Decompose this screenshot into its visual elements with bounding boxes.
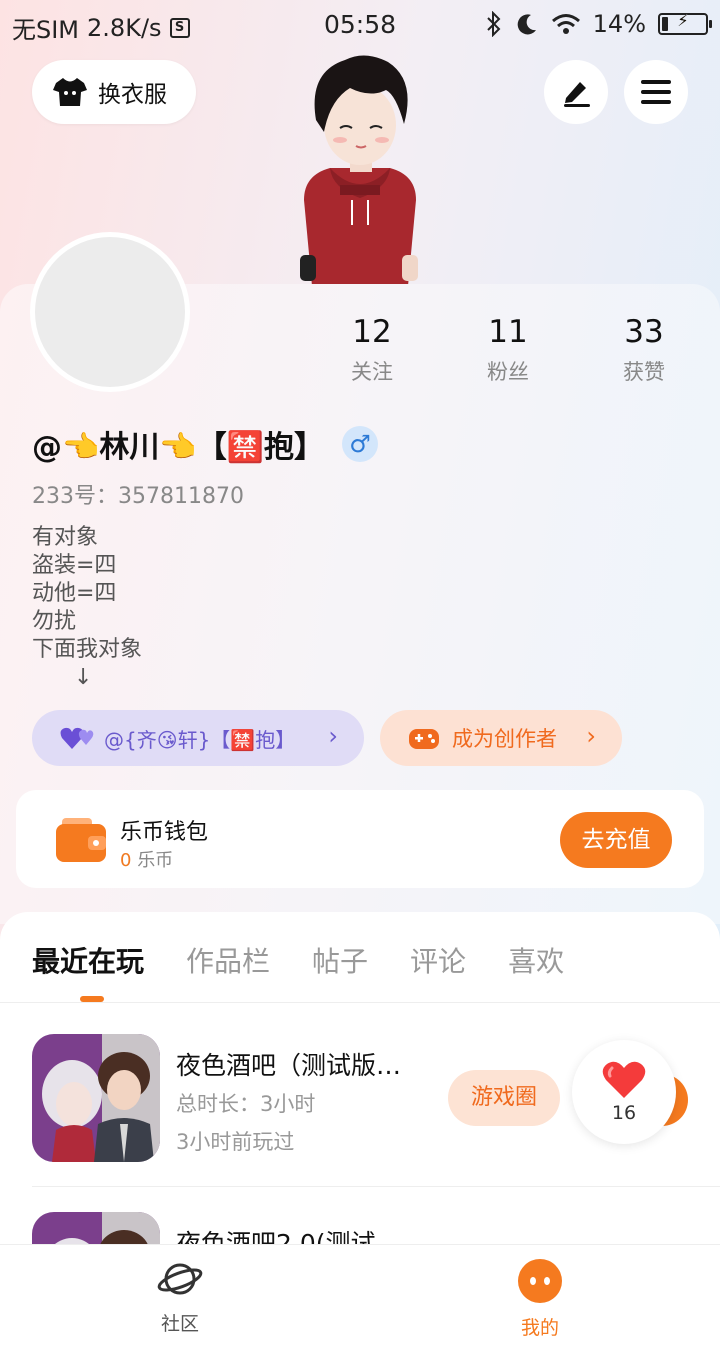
moon-icon — [517, 14, 536, 35]
stat-label: 关注 — [351, 360, 393, 384]
change-clothes-button[interactable]: 换衣服 — [32, 60, 196, 124]
status-bar: 无SIM 2.8K/s S 05:58 14% ⚡ — [0, 0, 720, 52]
bio-line: 下面我对象 — [32, 637, 143, 662]
game-thumbnail — [32, 1034, 160, 1162]
charging-bolt-icon: ⚡ — [677, 11, 689, 30]
face-icon — [518, 1259, 562, 1303]
wallet-balance: 0 乐币 — [120, 846, 173, 872]
chevron-right-icon: › — [328, 722, 338, 750]
user-id: 233号：357811870 — [32, 484, 244, 509]
stat-value: 33 — [624, 314, 664, 350]
avatar-image — [35, 237, 185, 387]
become-creator-label: 成为创作者 — [452, 727, 557, 751]
tab-posts[interactable]: 帖子 — [312, 940, 368, 980]
recharge-button[interactable]: 去充值 — [560, 812, 672, 868]
tab-likes[interactable]: 喜欢 — [508, 940, 564, 980]
stat-value: 12 — [352, 314, 392, 350]
wifi-icon — [551, 14, 580, 34]
stat-value: 11 — [488, 314, 528, 350]
tab-comments[interactable]: 评论 — [410, 940, 466, 980]
bio-line: 盗装=四 — [32, 553, 117, 578]
game-duration: 总时长：3小时 — [176, 1092, 316, 1116]
stat-followers[interactable]: 11 粉丝 — [440, 310, 576, 386]
stat-label: 粉丝 — [487, 360, 529, 384]
partner-chip[interactable]: @{齐😘轩}【🈲抱】 › — [32, 710, 364, 766]
bottom-nav: 社区 我的 — [0, 1244, 720, 1356]
tabs: 最近在玩 作品栏 帖子 评论 喜欢 — [32, 940, 606, 980]
nav-label: 我的 — [520, 1317, 559, 1339]
edit-icon — [564, 82, 590, 107]
gamepad-icon — [409, 729, 439, 749]
bio-line: 动他=四 — [32, 581, 117, 606]
bio-line: ↓ — [32, 665, 93, 690]
battery-icon: ⚡ — [658, 11, 712, 35]
stats-row: 12 关注 11 粉丝 33 获赞 — [304, 310, 712, 386]
status-right: 14% ⚡ — [485, 10, 712, 38]
wallet-card[interactable]: 乐币钱包 0 乐币 去充值 — [16, 790, 704, 888]
tab-recently-played[interactable]: 最近在玩 — [32, 940, 144, 980]
tabs-divider — [0, 1002, 720, 1003]
edit-profile-button[interactable] — [544, 60, 608, 124]
change-clothes-label: 换衣服 — [98, 82, 167, 108]
menu-icon — [641, 80, 671, 104]
wallet-balance-value: 0 — [120, 850, 132, 871]
tshirt-icon — [53, 78, 87, 106]
game-title: 夜色酒吧（测试版… — [176, 1051, 402, 1080]
username: @👈林川👈【🈲抱】 — [32, 430, 325, 465]
battery-percent: 14% — [592, 10, 646, 38]
wallet-balance-unit: 乐币 — [137, 850, 174, 871]
tab-works[interactable]: 作品栏 — [186, 940, 270, 980]
bluetooth-icon — [486, 11, 501, 37]
partner-chip-label: @{齐😘轩}【🈲抱】 — [104, 727, 296, 752]
stat-label: 获赞 — [623, 360, 665, 384]
bio-line: 勿扰 — [32, 609, 77, 634]
item-divider — [32, 1186, 720, 1187]
bio-line: 有对象 — [32, 525, 99, 550]
wallet-title: 乐币钱包 — [120, 820, 209, 845]
like-float-button[interactable]: 16 — [572, 1040, 676, 1144]
like-count: 16 — [611, 1102, 637, 1124]
wallet-icon — [56, 818, 106, 862]
bio: 有对象 盗装=四 动他=四 勿扰 下面我对象 ↓ — [32, 524, 142, 692]
stat-following[interactable]: 12 关注 — [304, 310, 440, 386]
become-creator-chip[interactable]: 成为创作者 › — [380, 710, 622, 766]
menu-button[interactable] — [624, 60, 688, 124]
heart-icon — [602, 1061, 646, 1098]
nav-label: 社区 — [160, 1313, 199, 1335]
game-circle-button[interactable]: 游戏圈 — [448, 1070, 560, 1126]
nav-mine[interactable]: 我的 — [480, 1259, 600, 1340]
chevron-right-icon: › — [586, 722, 596, 750]
planet-icon — [157, 1263, 203, 1295]
gender-male-icon: ♂ — [342, 426, 379, 462]
avatar[interactable] — [30, 232, 190, 392]
character-avatar[interactable] — [290, 50, 430, 286]
profile-page: 无SIM 2.8K/s S 05:58 14% ⚡ 换衣服 12 关注 11 粉… — [0, 0, 720, 1356]
game-last-played: 3小时前玩过 — [176, 1130, 295, 1154]
hearts-icon — [60, 727, 94, 749]
nav-community[interactable]: 社区 — [120, 1259, 240, 1336]
username-row: @👈林川👈【🈲抱】 ♂ — [32, 422, 379, 466]
stat-likes[interactable]: 33 获赞 — [576, 310, 712, 386]
